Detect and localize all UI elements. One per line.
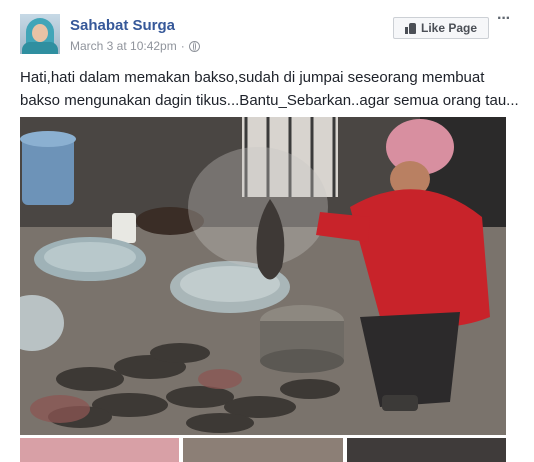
meta-separator: · bbox=[180, 39, 185, 53]
photo-shoe bbox=[382, 395, 418, 411]
photo-thumbnail-strip bbox=[20, 438, 506, 462]
photo-scene bbox=[20, 117, 506, 435]
photo-thumbnail-3[interactable] bbox=[346, 438, 506, 462]
post-text-line-2: bakso mengunakan dagin tikus...Bantu_Seb… bbox=[20, 92, 519, 109]
like-page-label: Like Page bbox=[420, 21, 478, 35]
like-page-button[interactable]: Like Page bbox=[393, 17, 489, 39]
post-timestamp[interactable]: March 3 at 10:42pm bbox=[70, 39, 177, 53]
avatar-shirt bbox=[22, 42, 58, 54]
globe-icon[interactable] bbox=[188, 40, 200, 52]
photo-bucket-rim bbox=[20, 131, 76, 147]
photo-jug bbox=[112, 213, 136, 243]
facebook-post: Sahabat Surga March 3 at 10:42pm · Like … bbox=[0, 0, 534, 462]
photo-thumbnail-1[interactable] bbox=[20, 438, 180, 462]
avatar-face bbox=[32, 24, 48, 42]
post-meta: March 3 at 10:42pm · bbox=[70, 39, 200, 53]
thumbs-up-icon bbox=[404, 22, 416, 34]
post-text: Hati,hati dalam memakan bakso,sudah di j… bbox=[20, 66, 520, 112]
page-avatar[interactable] bbox=[20, 14, 60, 54]
post-text-line-1: Hati,hati dalam memakan bakso,sudah di j… bbox=[20, 69, 485, 86]
page-name-link[interactable]: Sahabat Surga bbox=[70, 17, 175, 34]
photo-thumbnail-2[interactable] bbox=[183, 438, 343, 462]
more-options-icon[interactable]: ··· bbox=[497, 11, 517, 27]
post-photo[interactable] bbox=[20, 117, 506, 435]
